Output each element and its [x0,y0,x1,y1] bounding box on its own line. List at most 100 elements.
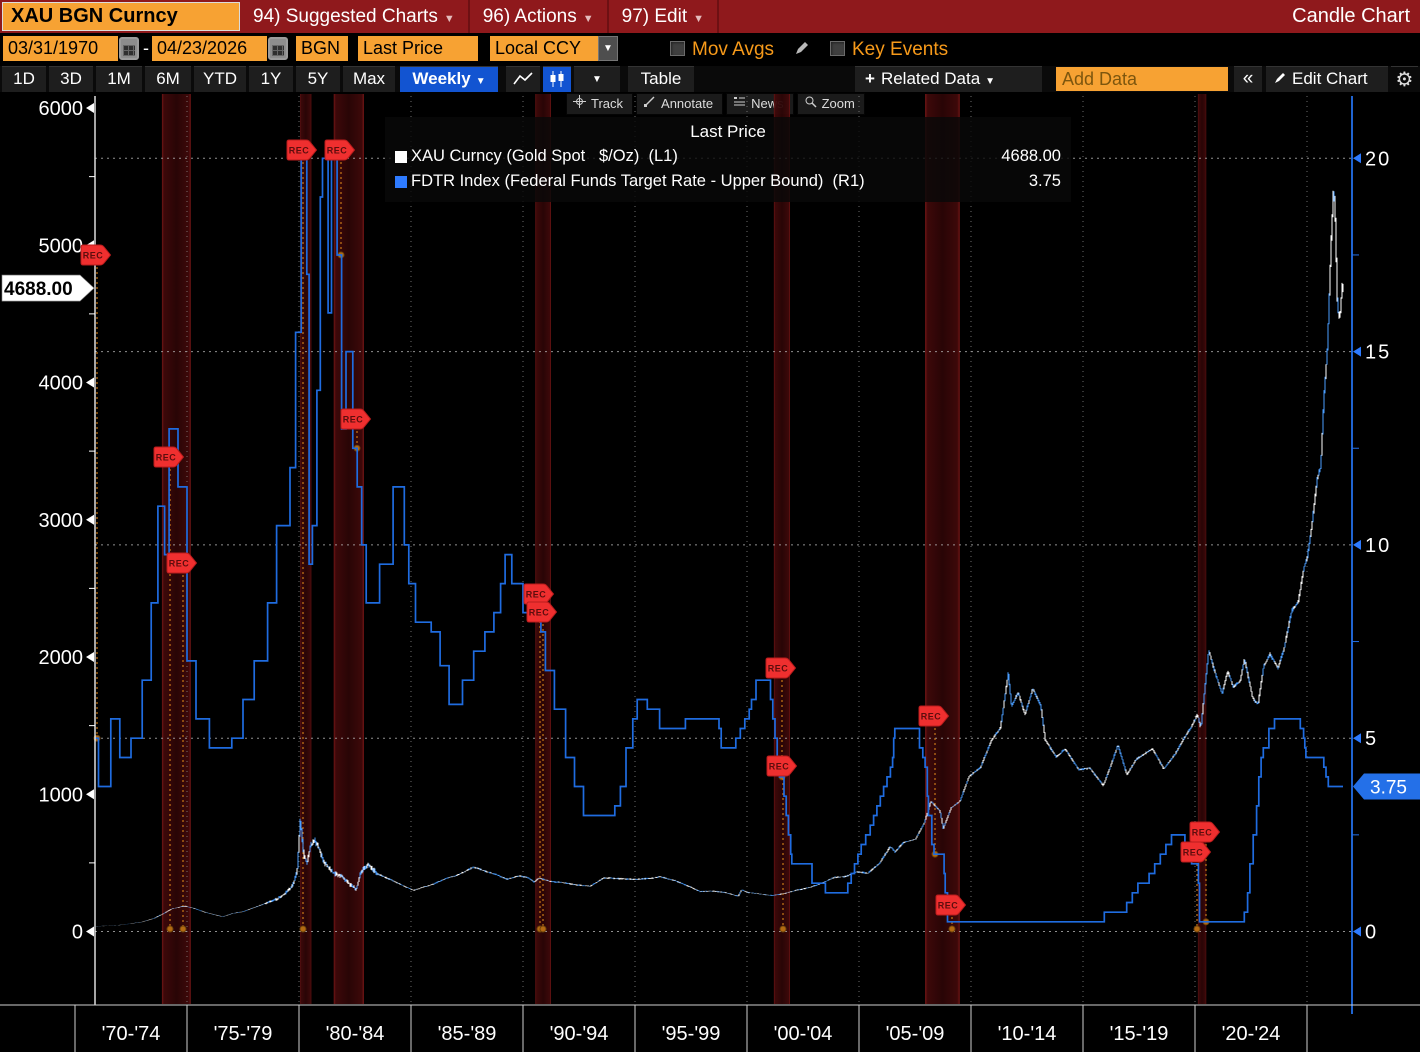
legend-name-fdtr: FDTR Index (Federal Funds Target Rate - … [411,172,865,190]
rec-event-badges: REC REC REC REC REC REC REC REC REC REC REC REC REC R… [80,139,1221,916]
rec-event-badge[interactable]: REC [286,139,318,161]
svg-text:REC: REC [529,608,550,618]
right-axis-tick-label: 15 [1365,342,1391,364]
x-axis-tick-label: '00-'04 [774,1023,833,1045]
chevron-down-icon: ▼ [985,76,996,87]
axes: 0 1000 2000 3000 4000 5000 6000 0 5 10 15 20 [39,96,1391,1014]
axis-tags: 4688.00 3.75 [1,274,1420,800]
x-axis: '70-'74 '75-'79 '80-'84 '85-'89 '90-'94 '95-'… [0,1004,1420,1052]
legend-value-xau: 4688.00 [1001,147,1061,165]
left-axis-tick-label: 5000 [39,235,84,257]
range-tab-max[interactable]: Max [343,66,395,92]
left-axis-tick-label: 3000 [39,510,84,532]
range-tab-1d[interactable]: 1D [2,66,46,92]
left-axis-tick-label: 0 [72,922,83,944]
x-axis-tick-label: '95-'99 [662,1023,721,1045]
right-axis-tick-label: 20 [1365,148,1391,170]
svg-text:REC: REC [526,590,547,600]
x-axis-tick-label: '05-'09 [886,1023,945,1045]
menu-edit[interactable]: 97) Edit ▼ [609,0,719,33]
range-tab-ytd[interactable]: YTD [194,66,246,92]
key-events-label[interactable]: Key Events [852,36,948,63]
event-dot-icon [299,925,307,933]
legend-row-xau[interactable]: XAU Curncy (Gold Spot $/Oz) (L1) 4688.00 [395,144,1061,169]
recession-band [773,94,791,1004]
date-to-field[interactable]: 04/23/2026 [152,36,267,61]
x-axis-tick-label: '80-'84 [326,1023,385,1045]
recession-band [333,94,364,1004]
x-axis-tick-label: '70-'74 [102,1023,161,1045]
left-axis-tick-label: 6000 [39,98,84,120]
rec-event-badge[interactable]: REC [80,244,112,266]
event-dot-icon [179,925,187,933]
range-tab-1m[interactable]: 1M [96,66,142,92]
currency-selector[interactable]: Local CCY [490,36,598,61]
fed-funds-series [95,157,1343,923]
calendar-icon[interactable] [268,37,288,60]
svg-text:REC: REC [343,415,364,425]
recession-band [535,94,551,1004]
menu-actions[interactable]: 96) Actions ▼ [470,0,609,33]
chevron-down-icon[interactable]: ▼ [598,36,618,61]
periodicity-dropdown[interactable]: Weekly ▼ [400,66,498,92]
x-axis-tick-label: '20-'24 [1222,1023,1281,1045]
line-chart-icon[interactable] [506,66,540,92]
range-tab-6m[interactable]: 6M [145,66,191,92]
xau-swatch-icon [395,150,407,163]
mov-avgs-label[interactable]: Mov Avgs [692,36,774,63]
svg-text:REC: REC [769,762,790,772]
edit-chart-button[interactable]: Edit Chart [1266,66,1388,92]
key-events-checkbox[interactable] [830,41,845,56]
rec-drop-lines [93,162,1210,933]
mov-avgs-checkbox[interactable] [670,41,685,56]
legend-title: Last Price [690,122,766,141]
legend-name-xau: XAU Curncy (Gold Spot $/Oz) (L1) [411,147,678,165]
chart-type-title: Candle Chart [1292,5,1410,27]
legend-row-fdtr[interactable]: FDTR Index (Federal Funds Target Rate - … [395,169,1061,194]
plus-icon: + [865,69,875,88]
rec-event-badge[interactable]: REC [1189,821,1221,843]
candle-chart-icon[interactable] [543,66,571,92]
price-field-selector[interactable]: Last Price [358,36,478,61]
left-axis-tick-label: 1000 [39,784,84,806]
date-from-field[interactable]: 03/31/1970 [3,36,118,61]
calendar-icon[interactable] [119,37,139,60]
gear-icon[interactable]: ⚙ [1391,66,1418,92]
rec-event-badge[interactable]: REC [340,408,372,430]
event-dot-icon [779,925,787,933]
add-data-input[interactable] [1056,67,1228,91]
rec-event-badge[interactable]: REC [766,755,798,777]
rec-event-badge[interactable]: REC [935,894,967,916]
event-dot-icon [539,925,547,933]
rec-event-badge[interactable]: REC [166,552,198,574]
recession-band [925,94,960,1004]
range-tab-5y[interactable]: 5Y [296,66,340,92]
rec-event-badge[interactable]: REC [526,601,558,623]
gridlines [95,96,1352,1004]
last-price-tag-left: 4688.00 [1,274,95,302]
recession-bands [161,94,1207,1004]
svg-text:REC: REC [169,559,190,569]
chart-style-dropdown[interactable]: ▼ [574,66,620,92]
chevron-down-icon: ▼ [443,13,455,25]
range-tab-1y[interactable]: 1Y [249,66,293,92]
top-menu-bar: XAU BGN Curncy 94) Suggested Charts ▼ 96)… [0,0,1420,33]
security-ticker-box[interactable]: XAU BGN Curncy [2,2,240,31]
pricing-source-field[interactable]: BGN [296,36,348,61]
table-button[interactable]: Table [628,66,694,92]
menu-suggested-charts[interactable]: 94) Suggested Charts ▼ [240,0,470,33]
chevron-down-icon: ▼ [693,13,704,25]
event-dot-icon [1193,925,1201,933]
svg-text:REC: REC [938,901,959,911]
chevron-down-icon: ▼ [582,13,594,25]
right-axis-tick-label: 0 [1365,922,1378,944]
rec-event-badge[interactable]: REC [765,657,797,679]
price-chart[interactable]: 0 1000 2000 3000 4000 5000 6000 0 5 10 15 20 '70-'74… [0,92,1420,1052]
pencil-icon[interactable] [793,39,811,62]
fdtr-swatch-icon [395,175,407,188]
svg-text:3.75: 3.75 [1370,778,1407,799]
collapse-panel-button[interactable]: « [1234,66,1262,92]
range-tab-3d[interactable]: 3D [49,66,93,92]
chart-toolbar: 1D 3D 1M 6M YTD 1Y 5Y Max Weekly ▼ ▼ Tabl… [0,66,1420,92]
related-data-button[interactable]: + Related Data ▼ [855,66,1042,92]
